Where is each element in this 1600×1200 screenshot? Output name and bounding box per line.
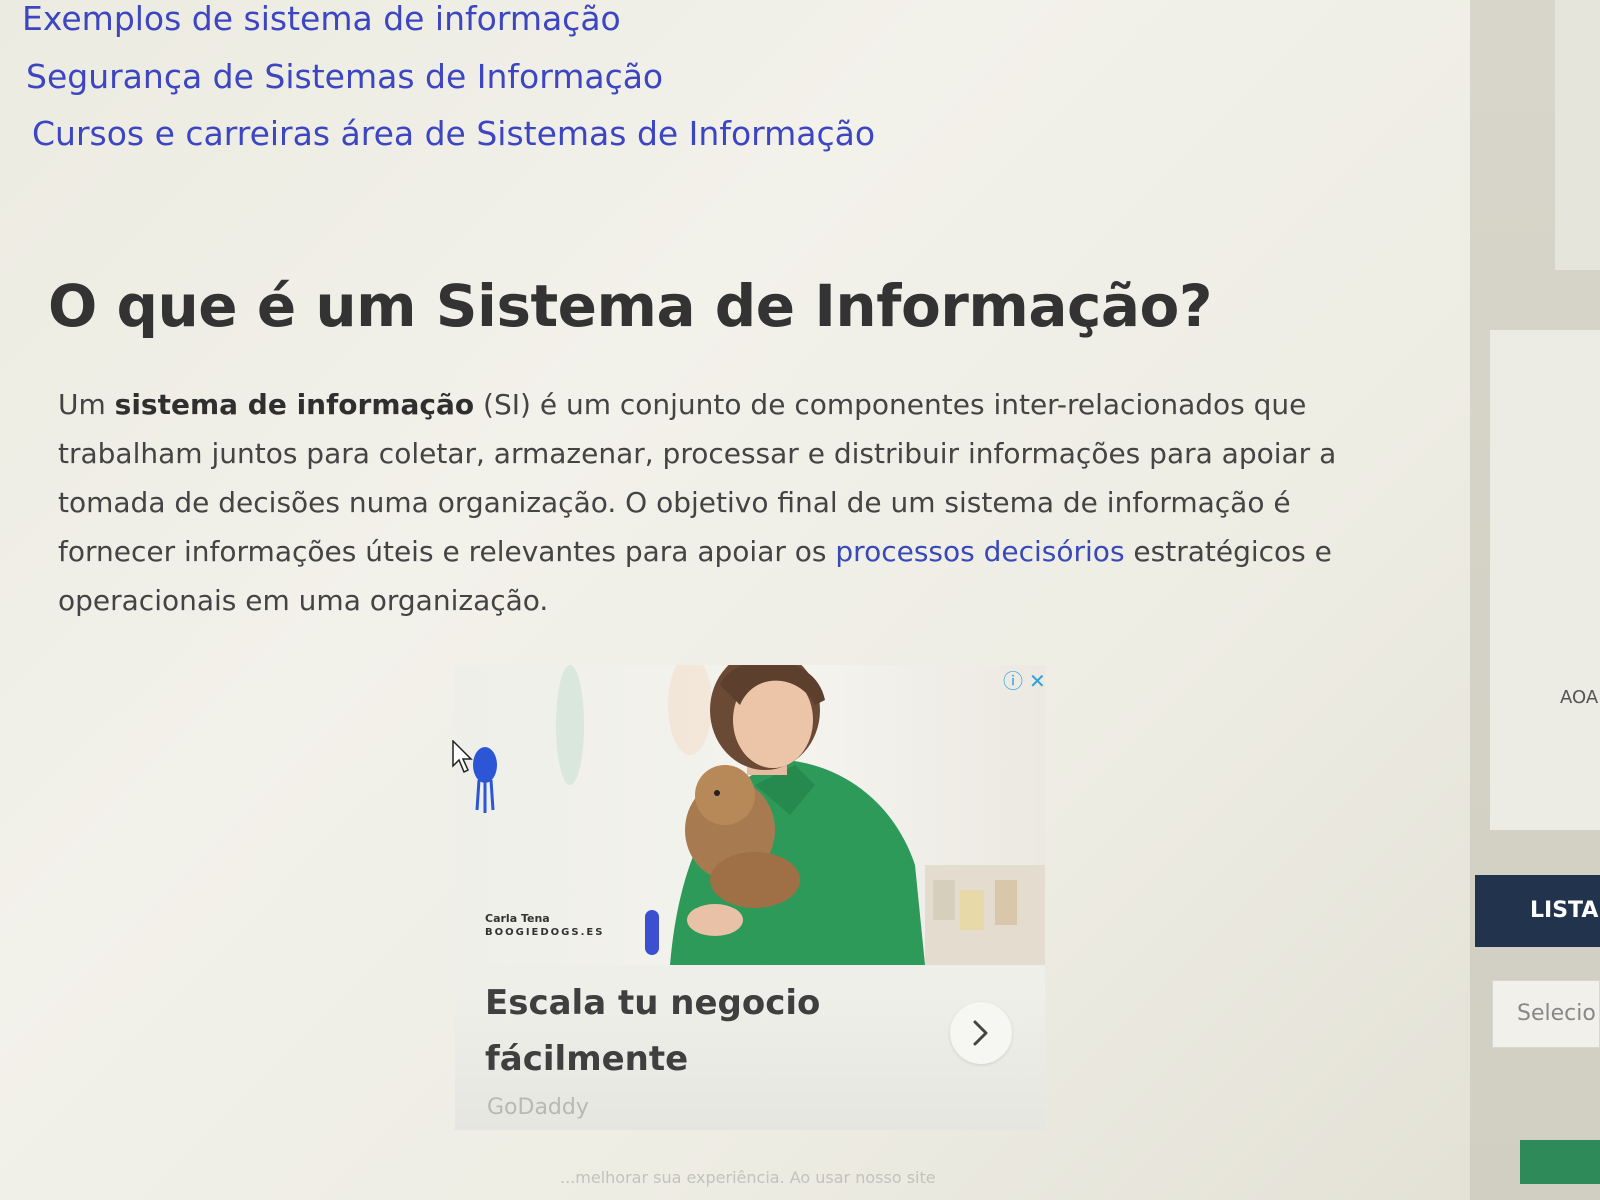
sidebar-widget-label: AOA xyxy=(1560,687,1599,708)
link-cursos-carreiras-sistemas-informacao[interactable]: Cursos e carreiras área de Sistemas de I… xyxy=(32,117,875,150)
ad-controls: ⓘ ✕ xyxy=(1003,665,1052,694)
mouse-cursor-icon xyxy=(452,740,473,774)
link-exemplos-sistema-informacao[interactable]: Exemplos de sistema de informação xyxy=(22,2,621,35)
paragraph-bold-term: sistema de informação xyxy=(114,388,475,421)
main-content: Exemplos de sistema de informação Segura… xyxy=(0,0,1470,1200)
ad-info-icon[interactable]: ⓘ xyxy=(1003,669,1023,693)
link-seguranca-sistemas-informacao[interactable]: Segurança de Sistemas de Informação xyxy=(26,60,663,93)
ad-close-icon[interactable]: ✕ xyxy=(1029,669,1046,693)
ad-advertiser: GoDaddy xyxy=(487,1095,589,1120)
ad-brand-site: BOOGIEDOGS.ES xyxy=(485,927,605,938)
cookie-notice: ...melhorar sua experiência. Ao usar nos… xyxy=(560,1168,936,1187)
sidebar-select-dropdown[interactable]: Selecio xyxy=(1492,980,1600,1048)
sidebar-list-header: LISTA xyxy=(1475,875,1600,947)
ad-cta-button[interactable] xyxy=(950,1002,1012,1064)
advertisement[interactable]: Carla Tena BOOGIEDOGS.ES ⓘ ✕ Escala tu ne… xyxy=(455,665,1046,1130)
article-paragraph: Um sistema de informação (SI) é um conju… xyxy=(58,380,1398,625)
ad-image[interactable]: Carla Tena BOOGIEDOGS.ES xyxy=(455,665,1045,965)
chevron-right-icon xyxy=(973,1020,988,1046)
paragraph-prefix: Um xyxy=(58,388,115,421)
ad-brand-name: Carla Tena xyxy=(485,912,550,925)
sidebar-top-panel xyxy=(1555,0,1600,270)
sidebar-green-button[interactable] xyxy=(1520,1140,1600,1184)
link-processos-decisorios[interactable]: processos decisórios xyxy=(835,535,1124,568)
ad-headline[interactable]: Escala tu negocio fácilmente xyxy=(485,975,935,1087)
article-heading: O que é um Sistema de Informação? xyxy=(48,272,1212,340)
sidebar-widget-panel xyxy=(1490,330,1600,830)
